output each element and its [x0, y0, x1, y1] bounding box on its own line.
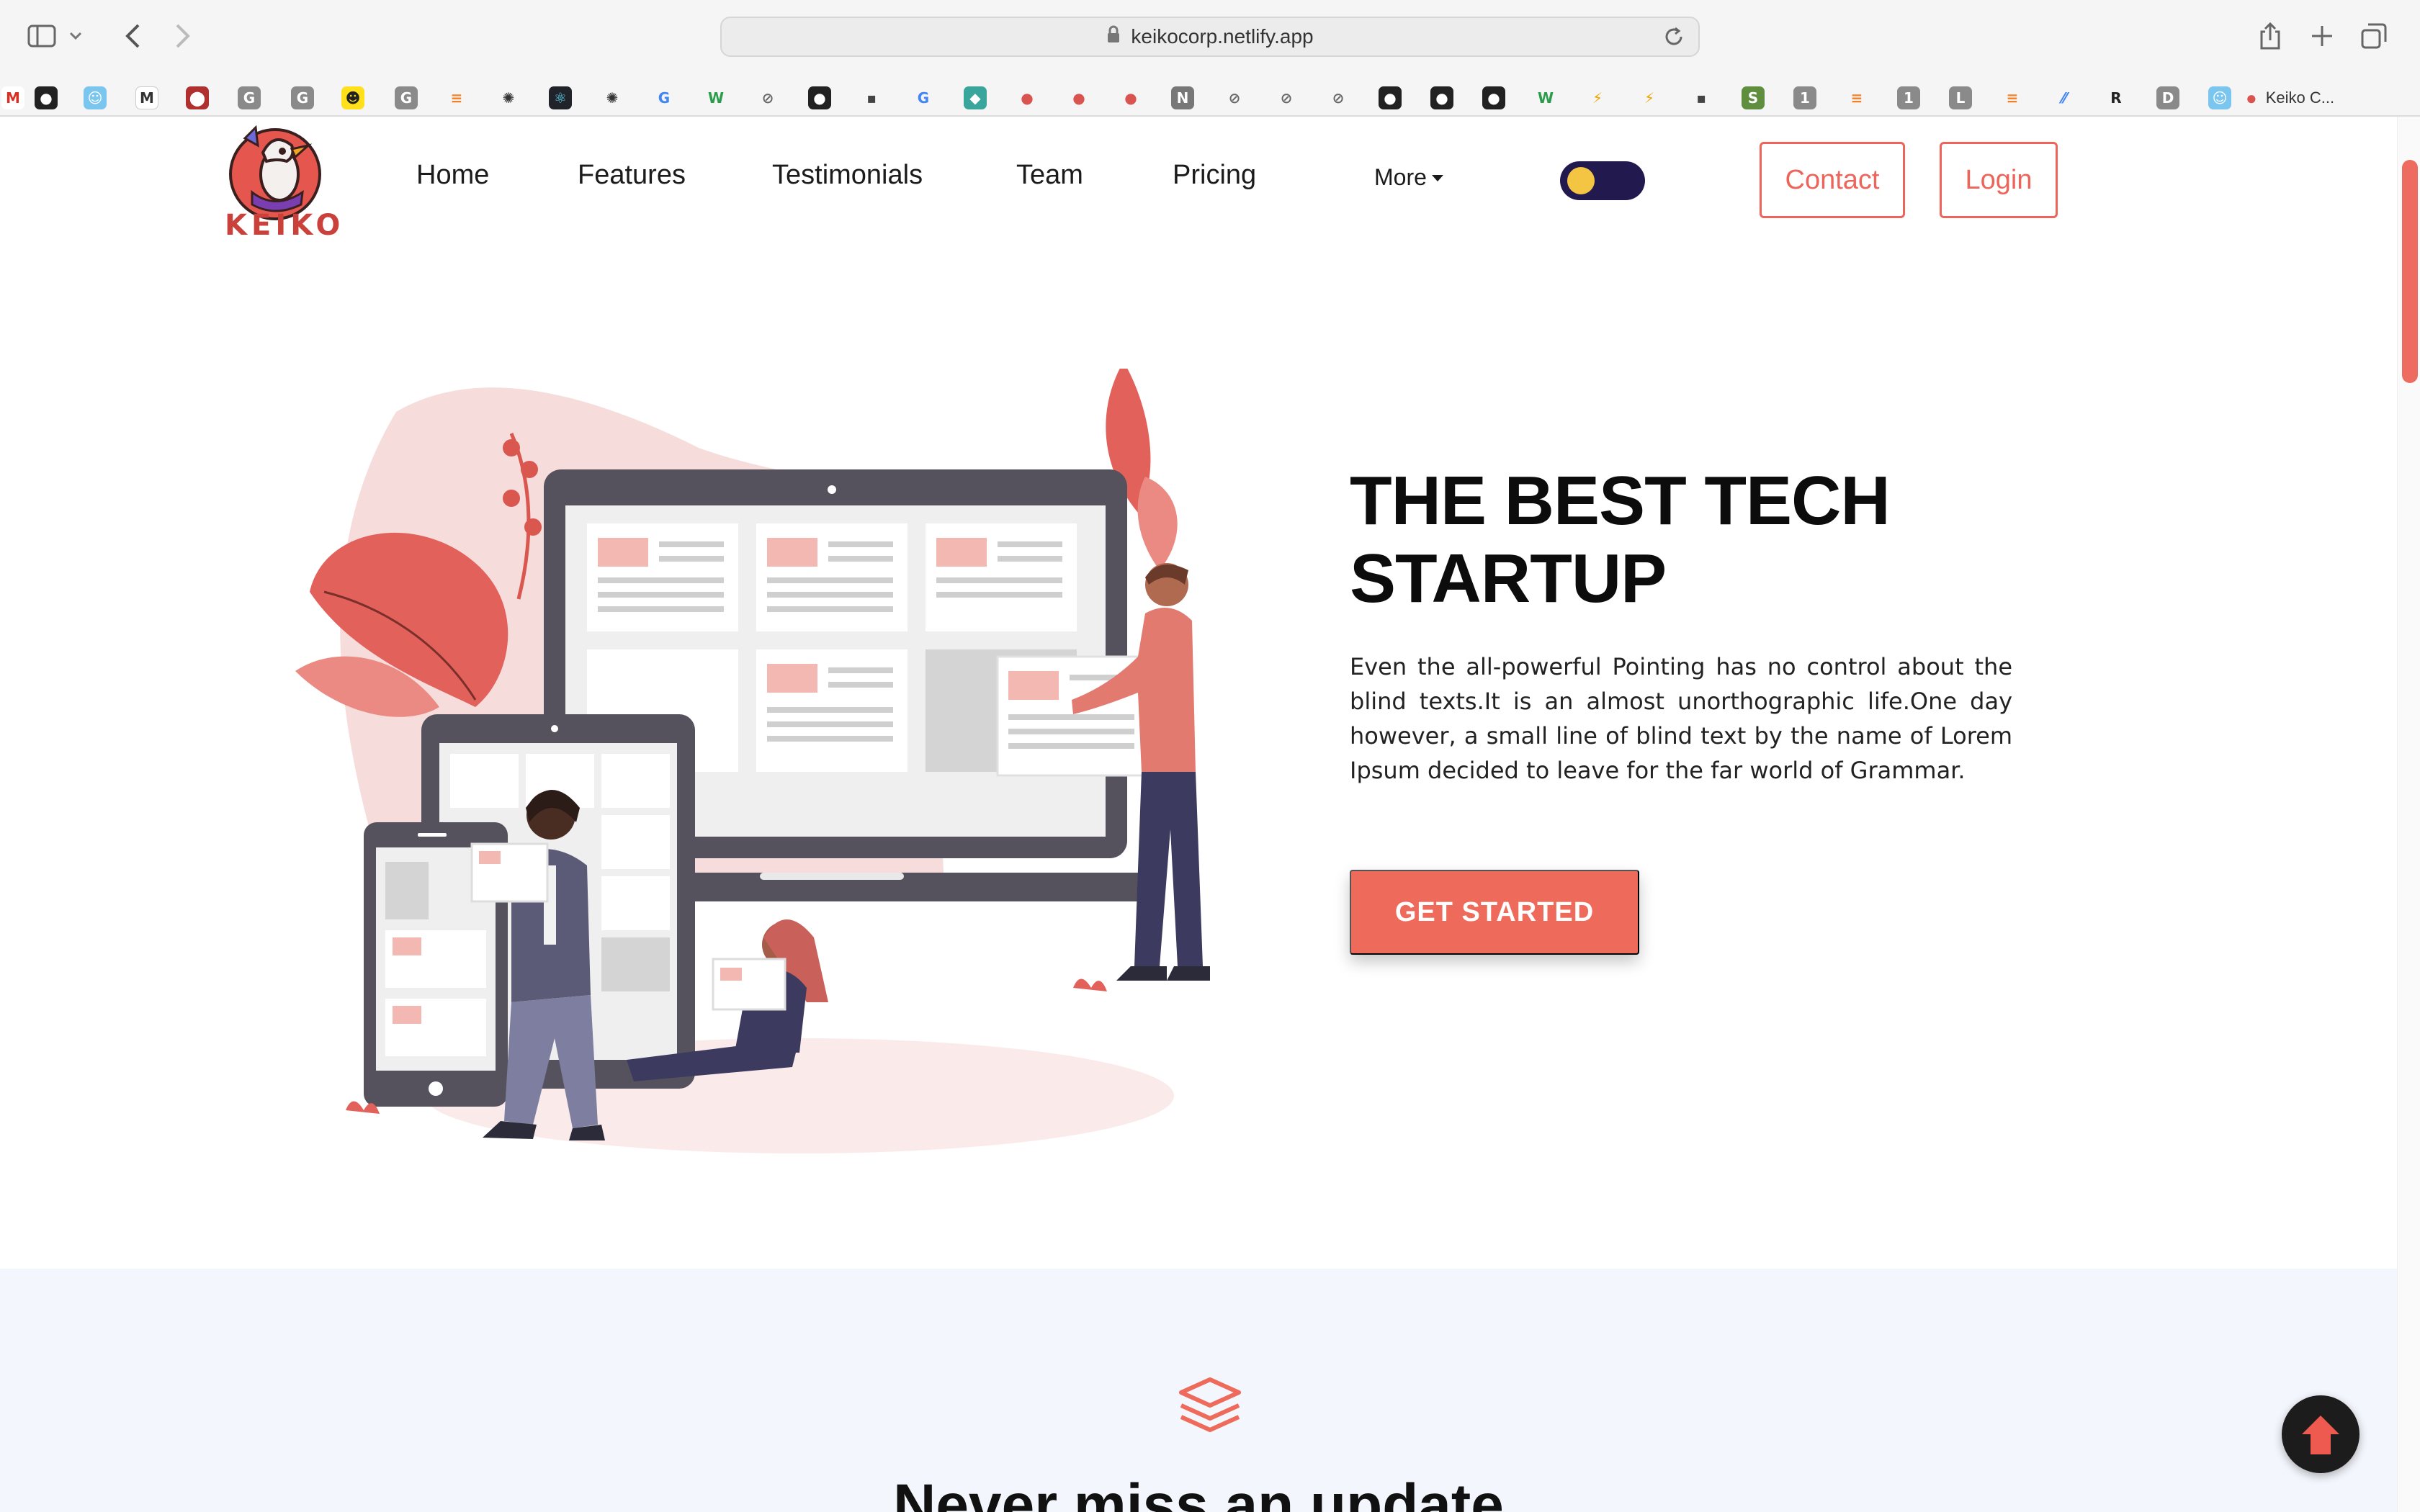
g-icon[interactable]: G	[238, 86, 261, 109]
tab-title: Keiko C...	[2265, 89, 2335, 107]
lock-icon	[1106, 25, 1121, 49]
nav-testimonials[interactable]: Testimonials	[772, 160, 923, 191]
nav-home[interactable]: Home	[416, 160, 489, 191]
browser-toolbar: keikocorp.netlify.app	[0, 0, 2420, 72]
sidebar-toggle-icon[interactable]	[22, 16, 62, 56]
l-icon[interactable]: L	[1949, 86, 1972, 109]
layers-icon	[1178, 1377, 1242, 1438]
hero-title-line2: STARTUP	[1350, 540, 1667, 617]
nav-features[interactable]: Features	[578, 160, 686, 191]
share-icon[interactable]	[2250, 16, 2290, 56]
medium-icon[interactable]: M	[135, 86, 158, 109]
navbar: KEIKO Home Features Testimonials Team Pr…	[0, 117, 2397, 243]
github-icon[interactable]: ●	[1482, 86, 1505, 109]
notion-icon[interactable]: N	[1171, 86, 1194, 109]
webflow-icon[interactable]: W	[704, 86, 727, 109]
react-icon[interactable]: ⚛	[549, 86, 572, 109]
github-icon[interactable]: ●	[1379, 86, 1402, 109]
app-icon[interactable]: ▪	[860, 86, 883, 109]
theme-toggle[interactable]	[1560, 161, 1645, 200]
shopify-icon[interactable]: S	[1742, 86, 1765, 109]
google-icon[interactable]: G	[912, 86, 935, 109]
caret-down-icon	[1431, 174, 1443, 181]
diamond-icon[interactable]: ◆	[964, 86, 987, 109]
one-icon[interactable]: 1	[1793, 86, 1816, 109]
new-tab-icon[interactable]	[2302, 16, 2342, 56]
bolt-icon[interactable]: ⚡	[1638, 86, 1661, 109]
stackoverflow-icon[interactable]: ≡	[445, 86, 468, 109]
keiko-icon[interactable]: ●	[1119, 86, 1142, 109]
back-to-top-button[interactable]	[2282, 1395, 2360, 1473]
app-icon[interactable]: ⬤	[186, 86, 209, 109]
login-button[interactable]: Login	[1940, 142, 2058, 218]
github-icon[interactable]: ●	[1430, 86, 1453, 109]
app-icon[interactable]: ☺	[84, 86, 107, 109]
one-icon[interactable]: 1	[1897, 86, 1920, 109]
browser-chrome: keikocorp.netlify.app M ● ☺ M ⬤ G G ☻ G …	[0, 0, 2420, 117]
google-icon[interactable]: G	[653, 86, 676, 109]
back-icon[interactable]	[112, 16, 153, 56]
url-text: keikocorp.netlify.app	[1131, 25, 1314, 48]
bookmarks-bar: M ● ☺ M ⬤ G G ☻ G ≡ ✺ ⚛ ✺ G W ⊘ ● ▪ G ◆ …	[0, 78, 2420, 115]
reload-icon[interactable]	[1662, 25, 1685, 53]
page-content: KEIKO Home Features Testimonials Team Pr…	[0, 117, 2397, 1512]
webflow-icon[interactable]: W	[1534, 86, 1557, 109]
contact-button[interactable]: Contact	[1760, 142, 1905, 218]
toggle-knob	[1567, 167, 1595, 194]
more-label: More	[1374, 164, 1427, 190]
address-bar[interactable]: keikocorp.netlify.app	[720, 17, 1700, 57]
g-icon[interactable]: G	[395, 86, 418, 109]
keiko-icon[interactable]: ●	[1016, 86, 1039, 109]
section-title: Never miss an update	[893, 1472, 1504, 1512]
app-icon[interactable]: ☺	[2208, 86, 2231, 109]
gmail-icon[interactable]: M	[1, 86, 24, 109]
openai-icon[interactable]: ✺	[497, 86, 520, 109]
app-icon[interactable]: ▪	[1690, 86, 1713, 109]
slash-icon[interactable]: ⁄⁄	[2053, 86, 2076, 109]
safari-icon[interactable]: ⊘	[1275, 86, 1298, 109]
bolt-icon[interactable]: ⚡	[1586, 86, 1609, 109]
hero-description: Even the all-powerful Pointing has no co…	[1350, 653, 2012, 784]
keiko-logo[interactable]: KEIKO	[223, 124, 345, 242]
stackoverflow-icon[interactable]: ≡	[1845, 86, 1868, 109]
keiko-icon: ●	[2246, 86, 2257, 109]
open-tab[interactable]: ● Keiko C...	[2246, 84, 2334, 112]
hero-illustration	[295, 361, 1232, 1168]
hero-title: THE BEST TECH STARTUP	[1350, 462, 2070, 618]
openai-icon[interactable]: ✺	[601, 86, 624, 109]
chevron-down-icon[interactable]	[65, 16, 86, 56]
arrow-up-icon	[2302, 1416, 2339, 1454]
scrollbar[interactable]	[2397, 117, 2420, 1512]
github-icon[interactable]: ●	[808, 86, 831, 109]
forward-icon[interactable]	[163, 16, 203, 56]
logo-text: KEIKO	[225, 209, 345, 242]
safari-icon[interactable]: ⊘	[1327, 86, 1350, 109]
nav-pricing[interactable]: Pricing	[1173, 160, 1256, 191]
more-dropdown[interactable]: More	[1374, 164, 1444, 191]
github-icon[interactable]: ●	[35, 86, 58, 109]
d-icon[interactable]: D	[2156, 86, 2179, 109]
r-icon[interactable]: R	[2105, 86, 2128, 109]
safari-icon[interactable]: ⊘	[1223, 86, 1246, 109]
stackoverflow-icon[interactable]: ≡	[2001, 86, 2024, 109]
updates-section: Never miss an update	[0, 1269, 2397, 1512]
g-icon[interactable]: G	[291, 86, 314, 109]
nav-team[interactable]: Team	[1016, 160, 1083, 191]
scrollbar-thumb[interactable]	[2402, 160, 2418, 383]
safari-icon[interactable]: ⊘	[756, 86, 779, 109]
mailchimp-icon[interactable]: ☻	[341, 86, 364, 109]
hero-title-line1: THE BEST TECH	[1350, 462, 1891, 539]
get-started-button[interactable]: GET STARTED	[1350, 870, 1639, 955]
keiko-icon[interactable]: ●	[1067, 86, 1090, 109]
tab-overview-icon[interactable]	[2354, 16, 2394, 56]
